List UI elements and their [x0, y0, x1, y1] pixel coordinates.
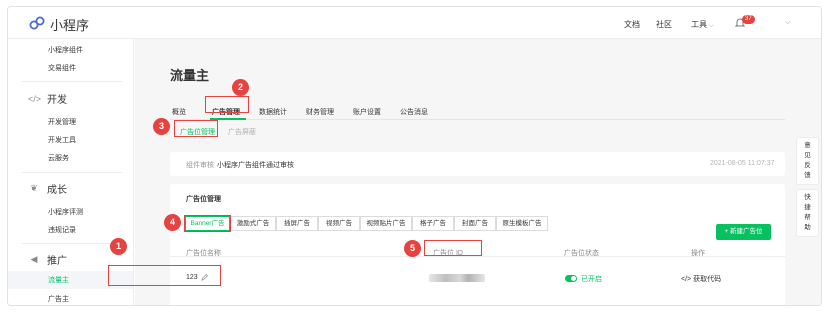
ad-type-interstitial[interactable]: 插屏广告: [276, 216, 318, 231]
ad-slot-id-redacted: [429, 274, 485, 282]
ad-type-cover[interactable]: 封面广告: [454, 216, 496, 231]
quick-help-button[interactable]: 快 捷 帮 助: [796, 189, 819, 237]
get-code-link[interactable]: </> 获取代码: [681, 274, 721, 284]
tools-menu[interactable]: 工具 ⌵: [691, 19, 714, 30]
section-title: 广告位管理: [186, 196, 221, 203]
tools-label: 工具: [691, 20, 707, 29]
annotation-marker-3: 3: [153, 118, 170, 135]
subtab-ad-blocking[interactable]: 广告屏蔽: [228, 127, 256, 137]
sidebar-section-label: 成长: [47, 185, 67, 196]
top-bar: 小程序 文档 社区 工具 ⌵ 37 ⌵: [8, 7, 821, 39]
sidebar-divider: [22, 81, 122, 82]
feedback-char: 馈: [804, 172, 811, 179]
sidebar-section-label: 推广: [47, 256, 67, 267]
sidebar-item-mini-program-component[interactable]: 小程序组件: [48, 45, 83, 55]
tab-overview[interactable]: 概览: [172, 107, 186, 117]
notice-label: 组件审核: [186, 162, 214, 169]
highlight-box-slot-management: [174, 120, 218, 137]
sidebar-divider: [22, 243, 122, 244]
ad-type-video-patch[interactable]: 视频贴片广告: [360, 216, 412, 231]
feedback-char: 意: [804, 142, 811, 149]
tab-finance[interactable]: 财务管理: [306, 107, 334, 117]
tab-announcements[interactable]: 公告消息: [400, 107, 428, 117]
sidebar-item-evaluation[interactable]: 小程序评测: [48, 207, 83, 217]
feedback-button[interactable]: 意 见 反 馈: [796, 137, 819, 185]
annotation-marker-2: 2: [232, 79, 249, 96]
annotation-marker-4: 4: [164, 214, 181, 231]
notification-badge: 37: [742, 15, 755, 24]
sidebar-item-trade-component[interactable]: 交易组件: [48, 63, 76, 73]
tab-data-stats[interactable]: 数据统计: [259, 107, 287, 117]
highlight-box-slot-id: [424, 240, 482, 256]
col-header-name: 广告位名称: [186, 250, 221, 257]
get-code-label: 获取代码: [693, 276, 722, 283]
app-window: 小程序 文档 社区 工具 ⌵ 37 ⌵ 小程序组件 交易组件 </> 开发 开发管…: [7, 6, 822, 306]
code-icon: </>: [28, 93, 42, 104]
col-header-status: 广告位状态: [564, 250, 599, 257]
annotation-marker-1: 1: [110, 238, 127, 255]
ad-type-native-template[interactable]: 原生模板广告: [496, 216, 548, 231]
notice-text: 小程序广告组件通过审核: [217, 162, 294, 169]
sidebar-item-violations[interactable]: 违规记录: [48, 225, 76, 235]
sidebar-item-cloud-service[interactable]: 云服务: [48, 153, 69, 163]
ad-type-video[interactable]: 视频广告: [318, 216, 360, 231]
annotation-marker-5: 5: [404, 240, 421, 257]
ad-type-rewarded[interactable]: 激励式广告: [230, 216, 276, 231]
sidebar-item-dev-management[interactable]: 开发管理: [48, 117, 76, 127]
brand-name[interactable]: 小程序: [50, 15, 89, 34]
mini-program-logo-icon[interactable]: [28, 14, 46, 32]
tab-divider: [170, 119, 785, 120]
row-status: 已开启: [581, 276, 602, 283]
status-toggle[interactable]: [565, 275, 577, 282]
highlight-box-ad-management-tab: [205, 96, 249, 113]
feedback-char: 见: [804, 152, 811, 159]
help-char: 捷: [804, 204, 811, 211]
sidebar-item-dev-tools[interactable]: 开发工具: [48, 135, 76, 145]
growth-icon: ❦: [30, 183, 38, 193]
sidebar-item-label: 流量主: [48, 277, 69, 284]
sidebar-section-develop[interactable]: </> 开发: [28, 91, 67, 107]
help-char: 快: [804, 194, 811, 201]
account-menu-chevron-icon[interactable]: ⌵: [785, 19, 790, 27]
highlight-box-banner: [184, 215, 231, 232]
community-link[interactable]: 社区: [656, 19, 672, 30]
page-title: 流量主: [170, 68, 210, 83]
sidebar-divider: [22, 172, 122, 173]
help-char: 助: [804, 224, 811, 231]
help-char: 帮: [804, 214, 811, 221]
ad-type-grid[interactable]: 格子广告: [412, 216, 454, 231]
sidebar-section-promotion[interactable]: ◀ 推广: [28, 252, 67, 267]
new-ad-slot-button[interactable]: + 新建广告位: [716, 224, 771, 240]
sidebar-section-growth[interactable]: ❦ 成长: [28, 181, 67, 196]
review-notice-card: 组件审核 小程序广告组件通过审核 2021-08-05 11:07:37: [170, 152, 785, 176]
megaphone-icon: ◀: [30, 254, 38, 264]
feedback-char: 反: [804, 162, 811, 169]
col-header-action: 操作: [691, 250, 705, 257]
highlight-box-sidebar-traffic: [108, 265, 221, 286]
chevron-down-icon: ⌵: [709, 23, 714, 29]
sidebar-section-label: 开发: [47, 95, 67, 106]
tab-account-settings[interactable]: 账户设置: [353, 107, 381, 117]
docs-link[interactable]: 文档: [624, 19, 640, 30]
sidebar-item-advertiser[interactable]: 广告主: [48, 294, 69, 304]
notice-time: 2021-08-05 11:07:37: [710, 160, 775, 167]
code-icon: </>: [681, 276, 694, 283]
